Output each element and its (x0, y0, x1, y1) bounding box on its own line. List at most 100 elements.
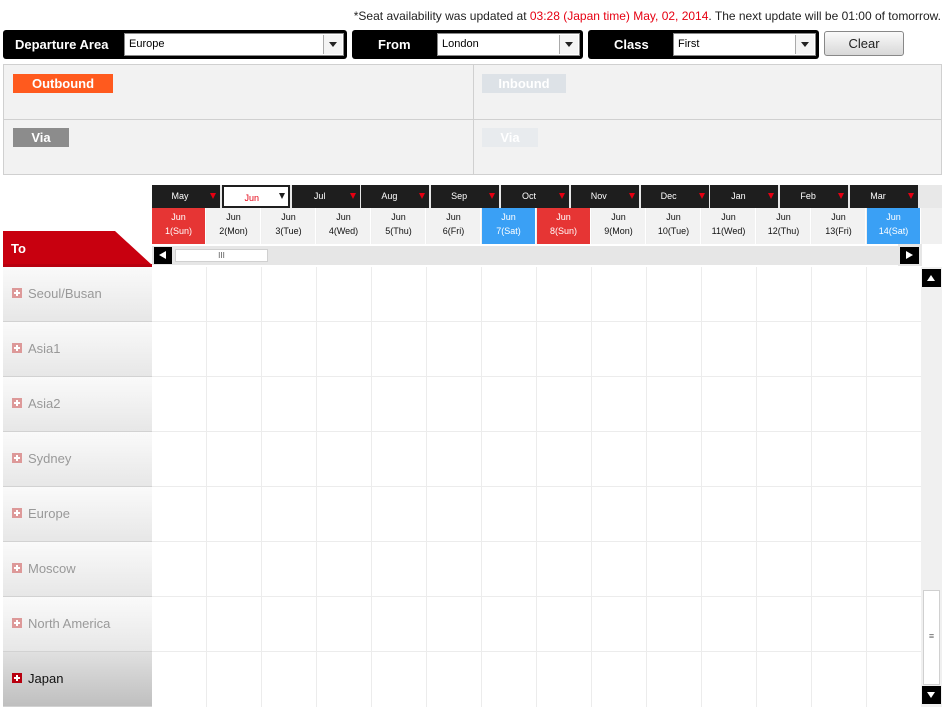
vertical-scroll-thumb[interactable]: ≡ (923, 590, 940, 685)
via-tab[interactable]: Via (13, 128, 69, 147)
from-selector: From London (352, 30, 583, 59)
day-month-label: Jun (336, 212, 351, 222)
grid-column-line (481, 267, 482, 707)
inbound-tab[interactable]: Inbound (482, 74, 566, 93)
month-tab-aug[interactable]: Aug (361, 185, 430, 208)
month-bar: May Jun Jul Aug Sep Oct Nov Dec Jan Feb Mar (152, 185, 942, 208)
day-month-label: Jun (886, 212, 901, 222)
month-tab-feb[interactable]: Feb (780, 185, 849, 208)
day-header-cell[interactable]: Jun 11(Wed) (702, 208, 756, 244)
month-tab-nov[interactable]: Nov (570, 185, 639, 208)
departure-area-select[interactable]: Europe (124, 33, 344, 56)
day-month-label: Jun (501, 212, 516, 222)
expand-plus-icon[interactable] (12, 673, 22, 683)
dropdown-arrow-icon[interactable] (278, 193, 285, 199)
horizontal-scroll-thumb[interactable]: III (175, 249, 268, 262)
destination-row-asia2[interactable]: Asia2 (3, 377, 152, 432)
expand-plus-icon[interactable] (12, 288, 22, 298)
grid-column-line (536, 267, 537, 707)
dropdown-arrow-icon[interactable] (559, 193, 565, 199)
expand-plus-icon[interactable] (12, 343, 22, 353)
expand-plus-icon[interactable] (12, 618, 22, 628)
scroll-right-area (898, 244, 922, 266)
dropdown-arrow-icon[interactable] (349, 193, 356, 199)
expand-plus-icon[interactable] (12, 563, 22, 573)
availability-grid (152, 267, 921, 707)
month-tab-jun[interactable]: Jun (221, 185, 290, 208)
day-header-cell[interactable]: Jun 13(Fri) (812, 208, 866, 244)
destination-row-europe[interactable]: Europe (3, 487, 152, 542)
day-header-cell[interactable]: Jun 12(Thu) (757, 208, 811, 244)
chevron-down-icon[interactable] (559, 35, 578, 54)
seat-availability-page: *Seat availability was updated at 03:28 … (0, 0, 945, 712)
day-month-label: Jun (666, 212, 681, 222)
month-tab-mar[interactable]: Mar (850, 185, 918, 208)
dropdown-arrow-icon[interactable] (768, 193, 775, 199)
destination-row-asia1[interactable]: Asia1 (3, 322, 152, 377)
dropdown-arrow-icon[interactable] (908, 193, 914, 199)
destination-label: North America (28, 616, 111, 631)
chevron-down-icon[interactable] (795, 35, 814, 54)
grid-column-line (261, 267, 262, 707)
month-tab-dec[interactable]: Dec (640, 185, 709, 208)
grid-column-line (591, 267, 592, 707)
destination-row-sydney[interactable]: Sydney (3, 432, 152, 487)
month-label: Nov (590, 191, 607, 201)
clear-button[interactable]: Clear (824, 31, 904, 56)
day-header-cell[interactable]: Jun 7(Sat) (482, 208, 536, 244)
dropdown-arrow-icon[interactable] (838, 193, 845, 199)
day-header-cell[interactable]: Jun 10(Tue) (647, 208, 701, 244)
departure-area-label: Departure Area (15, 37, 109, 52)
destination-row-moscow[interactable]: Moscow (3, 542, 152, 597)
day-header-cell[interactable]: Jun 8(Sun) (537, 208, 591, 244)
update-notice: *Seat availability was updated at 03:28 … (354, 9, 941, 23)
chevron-down-icon[interactable] (323, 35, 342, 54)
departure-area-selector: Departure Area Europe (3, 30, 347, 59)
month-label: Feb (800, 191, 816, 201)
outbound-tab[interactable]: Outbound (13, 74, 113, 93)
scroll-up-icon[interactable] (922, 269, 941, 287)
day-header-cell[interactable]: Jun 14(Sat) (867, 208, 921, 244)
departure-area-value: Europe (129, 38, 165, 50)
horizontal-scrollbar[interactable]: III (152, 246, 921, 265)
dropdown-arrow-icon[interactable] (419, 193, 426, 199)
expand-plus-icon[interactable] (12, 453, 22, 463)
month-label: May (171, 191, 189, 201)
destination-row-seoul-busan[interactable]: Seoul/Busan (3, 267, 152, 322)
dropdown-arrow-icon[interactable] (628, 193, 635, 199)
expand-plus-icon[interactable] (12, 398, 22, 408)
day-header-cell[interactable]: Jun 5(Thu) (372, 208, 426, 244)
dropdown-arrow-icon[interactable] (489, 193, 496, 199)
day-date-label: 4(Wed) (328, 226, 359, 236)
grid-row-line (152, 321, 921, 322)
scroll-down-icon[interactable] (922, 686, 941, 704)
day-header-cell[interactable]: Jun 1(Sun) (152, 208, 206, 244)
vertical-scrollbar[interactable]: ≡ (921, 267, 942, 707)
day-header-cell[interactable]: Jun 3(Tue) (262, 208, 316, 244)
class-select[interactable]: First (673, 33, 816, 56)
day-date-label: 11(Wed) (711, 226, 746, 236)
month-tab-may[interactable]: May (152, 185, 220, 208)
day-header-cell[interactable]: Jun 4(Wed) (317, 208, 371, 244)
month-tab-jul[interactable]: Jul (291, 185, 360, 208)
day-header-cell[interactable]: Jun 6(Fri) (427, 208, 481, 244)
month-tab-oct[interactable]: Oct (501, 185, 569, 208)
month-label: Sep (451, 191, 468, 201)
scroll-right-icon[interactable] (900, 247, 919, 264)
day-date-label: 3(Tue) (275, 226, 302, 236)
day-header-cell[interactable]: Jun 9(Mon) (592, 208, 646, 244)
month-tab-jan[interactable]: Jan (710, 185, 779, 208)
dropdown-arrow-icon[interactable] (210, 193, 216, 199)
expand-plus-icon[interactable] (12, 508, 22, 518)
destination-row-japan[interactable]: Japan (3, 652, 152, 707)
month-tab-sep[interactable]: Sep (431, 185, 500, 208)
via-return-tab[interactable]: Via (482, 128, 538, 147)
scroll-left-icon[interactable] (154, 247, 172, 264)
destination-label: Asia2 (28, 396, 61, 411)
destination-row-north-america[interactable]: North America (3, 597, 152, 652)
day-header-cell[interactable]: Jun 2(Mon) (207, 208, 261, 244)
dropdown-arrow-icon[interactable] (698, 193, 705, 199)
grid-column-line (811, 267, 812, 707)
day-month-label: Jun (556, 212, 571, 222)
from-select[interactable]: London (437, 33, 580, 56)
